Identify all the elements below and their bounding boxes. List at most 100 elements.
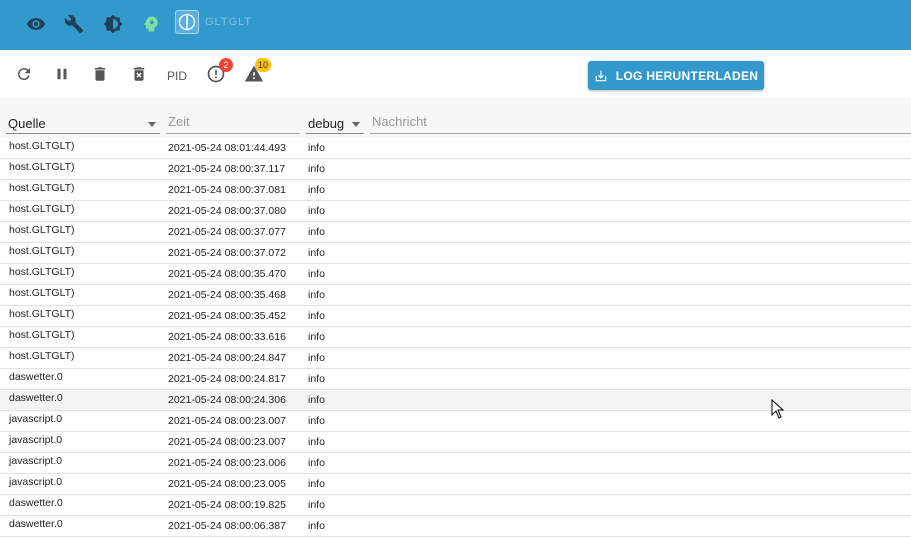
chevron-down-icon: [352, 122, 360, 127]
log-source: javascript.0: [9, 455, 63, 467]
log-row[interactable]: daswetter.0 2021-05-24 08:00:24.817 info: [0, 369, 911, 390]
log-time: 2021-05-24 08:00:23.005: [168, 478, 286, 490]
log-severity: info: [308, 436, 325, 448]
log-table: host.GLTGLT) 2021-05-24 08:01:44.493 info h…: [0, 138, 911, 537]
log-row[interactable]: host.GLTGLT) 2021-05-24 08:00:37.081 info: [0, 180, 911, 201]
log-time: 2021-05-24 08:00:33.616: [168, 331, 286, 343]
log-source: daswetter.0: [9, 497, 63, 509]
time-filter-input[interactable]: Zeit: [166, 108, 300, 134]
log-source: host.GLTGLT): [9, 224, 75, 236]
log-severity: info: [308, 247, 325, 259]
log-time: 2021-05-24 08:00:37.117: [168, 163, 286, 175]
log-source: host.GLTGLT): [9, 140, 75, 152]
log-severity: info: [308, 478, 325, 490]
log-severity: info: [308, 352, 325, 364]
message-filter-placeholder: Nachricht: [372, 114, 427, 129]
log-severity: info: [308, 289, 325, 301]
log-severity: info: [308, 184, 325, 196]
log-source: host.GLTGLT): [9, 161, 75, 173]
log-time: 2021-05-24 08:00:23.007: [168, 436, 286, 448]
log-time: 2021-05-24 08:01:44.493: [168, 142, 286, 154]
log-row[interactable]: host.GLTGLT) 2021-05-24 08:00:24.847 info: [0, 348, 911, 369]
log-time: 2021-05-24 08:00:35.470: [168, 268, 286, 280]
log-source: host.GLTGLT): [9, 203, 75, 215]
chevron-down-icon: [148, 122, 156, 127]
log-source: daswetter.0: [9, 518, 63, 530]
log-severity: info: [308, 415, 325, 427]
log-time: 2021-05-24 08:00:35.452: [168, 310, 286, 322]
log-time: 2021-05-24 08:00:19.825: [168, 499, 286, 511]
trash-icon[interactable]: [88, 62, 112, 86]
log-severity: info: [308, 205, 325, 217]
log-row[interactable]: host.GLTGLT) 2021-05-24 08:00:37.080 info: [0, 201, 911, 222]
log-time: 2021-05-24 08:00:37.072: [168, 247, 286, 259]
severity-filter-value: debug: [308, 116, 345, 131]
log-time: 2021-05-24 08:00:37.080: [168, 205, 286, 217]
log-time: 2021-05-24 08:00:24.817: [168, 373, 286, 385]
log-row[interactable]: host.GLTGLT) 2021-05-24 08:00:35.452 info: [0, 306, 911, 327]
host-logo-icon: [175, 10, 199, 34]
delete-file-icon[interactable]: [127, 62, 151, 86]
log-source: host.GLTGLT): [9, 182, 75, 194]
log-severity: info: [308, 142, 325, 154]
log-source: javascript.0: [9, 413, 63, 425]
log-severity: info: [308, 499, 325, 511]
log-severity: info: [308, 394, 325, 406]
download-log-label: LOG HERUNTERLADEN: [615, 68, 759, 83]
wrench-icon[interactable]: [62, 12, 86, 36]
log-source: host.GLTGLT): [9, 266, 75, 278]
top-app-bar: GLTGLT: [0, 0, 911, 50]
log-row[interactable]: daswetter.0 2021-05-24 08:00:19.825 info: [0, 495, 911, 516]
log-time: 2021-05-24 08:00:37.081: [168, 184, 286, 196]
log-severity: info: [308, 268, 325, 280]
refresh-icon[interactable]: [12, 62, 36, 86]
mouse-cursor-icon: [771, 398, 785, 424]
pid-toggle[interactable]: PID: [167, 69, 187, 83]
source-filter-value: Quelle: [8, 116, 46, 131]
log-severity: info: [308, 457, 325, 469]
warning-count-badge: 10: [255, 58, 272, 72]
log-source: host.GLTGLT): [9, 329, 75, 341]
log-time: 2021-05-24 08:00:24.306: [168, 394, 286, 406]
log-source: javascript.0: [9, 434, 63, 446]
log-row[interactable]: host.GLTGLT) 2021-05-24 08:00:37.077 info: [0, 222, 911, 243]
head-icon[interactable]: [139, 12, 163, 36]
log-severity: info: [308, 520, 325, 532]
time-filter-placeholder: Zeit: [168, 114, 190, 129]
log-row[interactable]: host.GLTGLT) 2021-05-24 08:00:35.470 info: [0, 264, 911, 285]
eye-icon[interactable]: [24, 12, 48, 36]
log-row[interactable]: javascript.0 2021-05-24 08:00:23.005 info: [0, 474, 911, 495]
log-severity: info: [308, 331, 325, 343]
log-source: host.GLTGLT): [9, 308, 75, 320]
log-row[interactable]: host.GLTGLT) 2021-05-24 08:01:44.493 info: [0, 138, 911, 159]
download-log-button[interactable]: LOG HERUNTERLADEN: [588, 61, 764, 90]
log-row[interactable]: host.GLTGLT) 2021-05-24 08:00:35.468 info: [0, 285, 911, 306]
log-row[interactable]: host.GLTGLT) 2021-05-24 08:00:37.072 info: [0, 243, 911, 264]
log-row[interactable]: host.GLTGLT) 2021-05-24 08:00:33.616 info: [0, 327, 911, 348]
log-source: host.GLTGLT): [9, 245, 75, 257]
log-severity: info: [308, 226, 325, 238]
log-row[interactable]: javascript.0 2021-05-24 08:00:23.007 info: [0, 432, 911, 453]
log-row[interactable]: host.GLTGLT) 2021-05-24 08:00:37.117 info: [0, 159, 911, 180]
log-time: 2021-05-24 08:00:24.847: [168, 352, 286, 364]
log-source: host.GLTGLT): [9, 350, 75, 362]
log-severity: info: [308, 373, 325, 385]
source-filter-select[interactable]: Quelle: [6, 108, 160, 134]
log-source: daswetter.0: [9, 371, 63, 383]
log-source: daswetter.0: [9, 392, 63, 404]
log-row[interactable]: javascript.0 2021-05-24 08:00:23.006 info: [0, 453, 911, 474]
log-source: host.GLTGLT): [9, 287, 75, 299]
log-time: 2021-05-24 08:00:35.468: [168, 289, 286, 301]
host-name: GLTGLT: [205, 16, 253, 28]
message-filter-input[interactable]: Nachricht: [370, 108, 911, 134]
log-time: 2021-05-24 08:00:23.007: [168, 415, 286, 427]
pause-icon[interactable]: [50, 62, 74, 86]
severity-filter-select[interactable]: debug: [306, 108, 364, 134]
brightness-icon[interactable]: [101, 12, 125, 36]
error-count-badge: 2: [219, 58, 233, 72]
log-severity: info: [308, 163, 325, 175]
log-time: 2021-05-24 08:00:06.387: [168, 520, 286, 532]
log-time: 2021-05-24 08:00:37.077: [168, 226, 286, 238]
log-time: 2021-05-24 08:00:23.006: [168, 457, 286, 469]
download-icon: [595, 70, 607, 81]
